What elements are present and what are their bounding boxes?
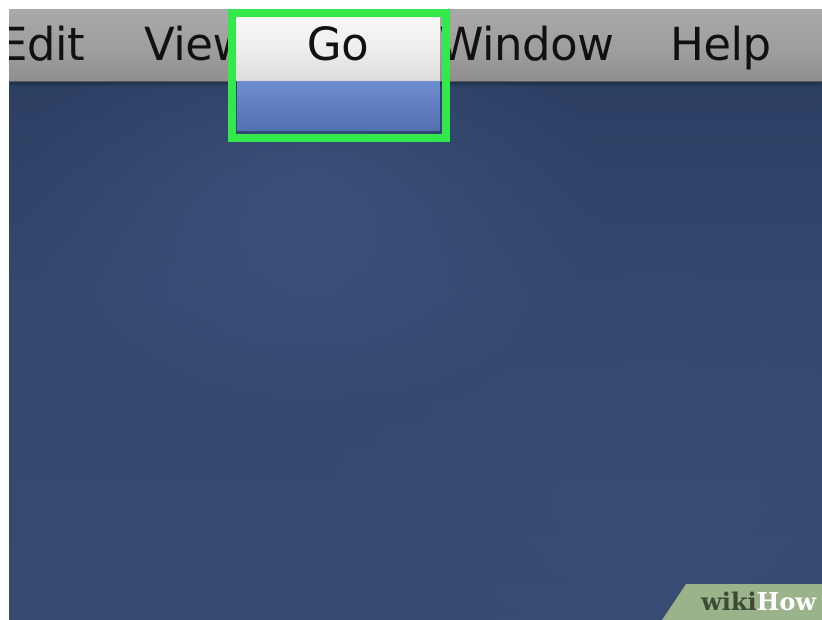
menu-item-help[interactable]: Help — [670, 15, 771, 75]
watermark-wiki: wiki — [701, 587, 757, 616]
watermark-how: How — [756, 587, 816, 616]
wikihow-watermark-text: wikiHow — [701, 588, 816, 616]
screenshot-frame: Edit View Window Help Go wikiHow — [9, 9, 822, 620]
highlight-box — [228, 9, 450, 142]
menu-item-edit[interactable]: Edit — [9, 15, 85, 75]
menu-item-window[interactable]: Window — [439, 15, 614, 75]
desktop-background — [9, 81, 822, 620]
